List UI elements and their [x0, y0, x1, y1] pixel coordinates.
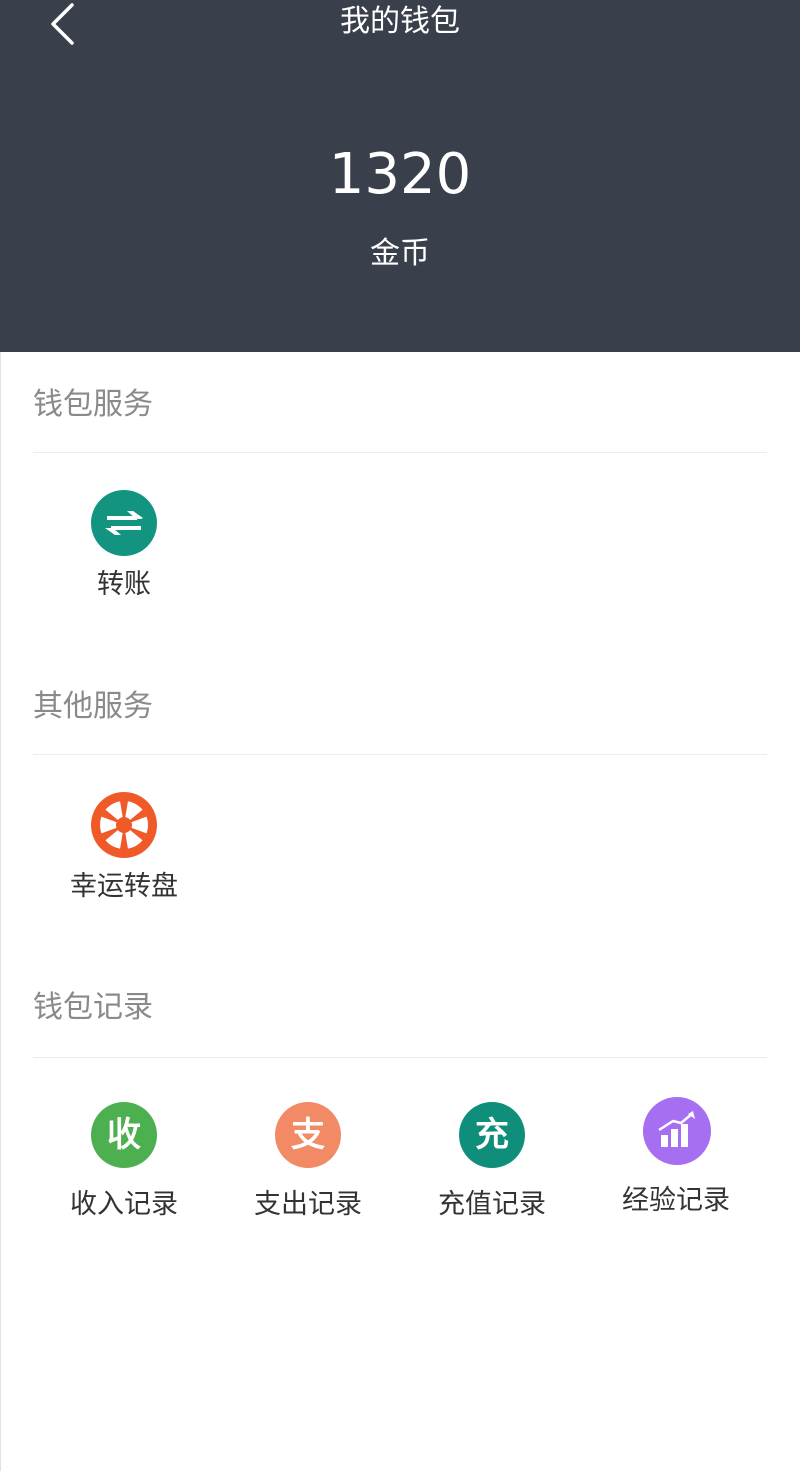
section-divider [33, 452, 767, 453]
income-icon: 收 [91, 1102, 157, 1168]
income-records-button[interactable]: 收 收入记录 [32, 1102, 216, 1222]
page-edge-line [0, 352, 1, 1471]
bar-chart-icon [643, 1097, 711, 1165]
section-title-wallet-services: 钱包服务 [33, 387, 153, 422]
income-records-label: 收入记录 [70, 1189, 178, 1220]
coin-balance: 1320 [328, 142, 472, 207]
section-title-wallet-records: 钱包记录 [33, 990, 153, 1025]
section-title-other-services: 其他服务 [33, 689, 153, 724]
lucky-wheel-label: 幸运转盘 [70, 871, 178, 902]
recharge-icon: 充 [459, 1102, 525, 1168]
expense-records-label: 支出记录 [254, 1189, 362, 1220]
section-divider [33, 1057, 767, 1058]
transfer-label: 转账 [97, 569, 151, 600]
experience-records-label: 经验记录 [622, 1185, 730, 1216]
transfer-icon [91, 490, 157, 556]
coin-unit-label: 金币 [370, 236, 430, 271]
expense-records-button[interactable]: 支 支出记录 [216, 1102, 400, 1222]
wheel-icon [91, 792, 157, 858]
experience-records-button[interactable]: 经验记录 [584, 1097, 768, 1217]
lucky-wheel-button[interactable]: 幸运转盘 [32, 792, 216, 907]
recharge-records-label: 充值记录 [438, 1189, 546, 1220]
section-divider [33, 754, 767, 755]
wallet-header: 我的钱包 1320 金币 [0, 0, 800, 352]
transfer-button[interactable]: 转账 [32, 490, 216, 605]
page-title: 我的钱包 [340, 4, 460, 39]
recharge-records-button[interactable]: 充 充值记录 [400, 1102, 584, 1222]
expense-icon: 支 [275, 1102, 341, 1168]
